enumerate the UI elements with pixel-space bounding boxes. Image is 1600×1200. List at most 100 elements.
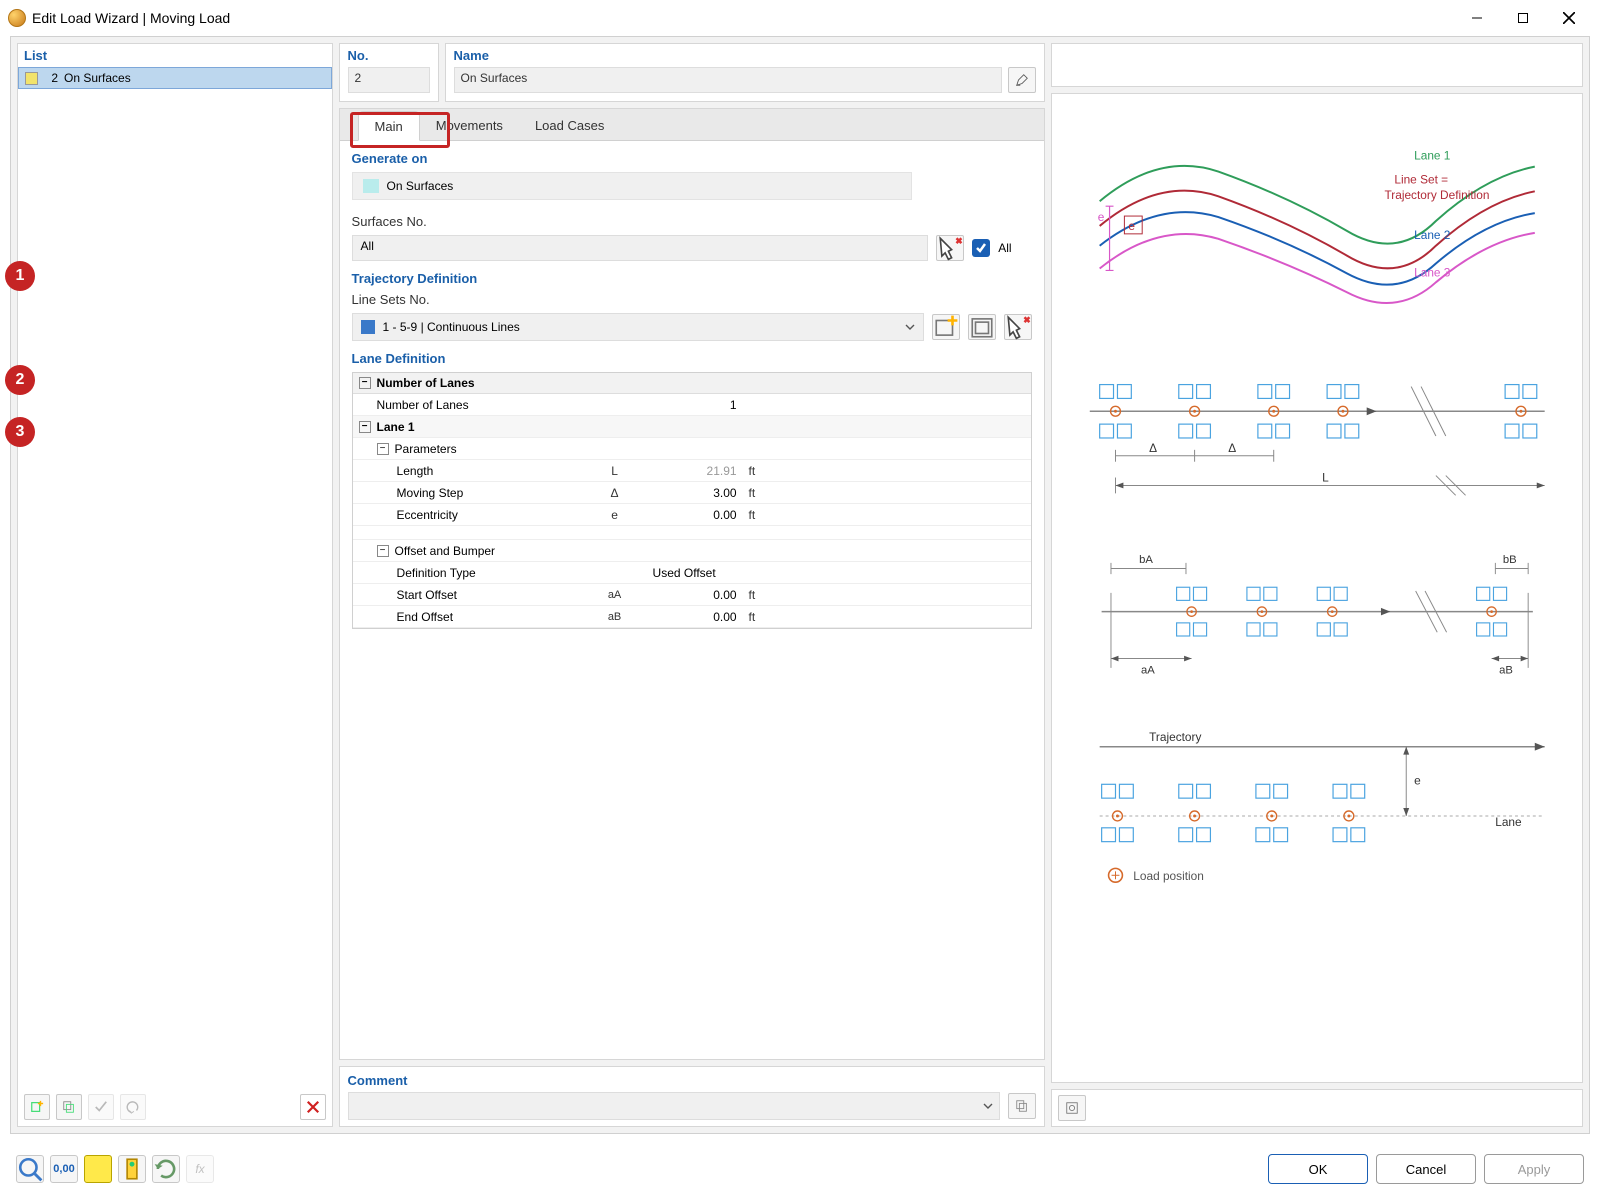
generate-on-text: On Surfaces	[387, 179, 454, 193]
collapse-icon[interactable]: −	[377, 443, 389, 455]
comment-label: Comment	[348, 1073, 1036, 1088]
tab-movements[interactable]: Movements	[420, 110, 519, 140]
moving-step-diagram: Δ Δ L	[1070, 356, 1564, 516]
preview-toolbar	[1051, 1089, 1583, 1127]
list-item-number: 2	[44, 71, 58, 85]
svg-text:Δ: Δ	[1149, 441, 1157, 455]
color-button[interactable]	[84, 1155, 112, 1183]
preview-header-panel	[1051, 43, 1583, 87]
tab-main[interactable]: Main	[358, 111, 420, 141]
linesets-value: 1 - 5-9 | Continuous Lines	[383, 320, 520, 334]
list-item[interactable]: 2 On Surfaces	[18, 67, 332, 89]
pick-lineset-button[interactable]	[1004, 314, 1032, 340]
list-item-label: On Surfaces	[64, 71, 131, 85]
view-mode-button[interactable]	[118, 1155, 146, 1183]
app-icon	[8, 9, 26, 27]
refresh-button[interactable]	[152, 1155, 180, 1183]
all-label: All	[998, 241, 1011, 255]
no-panel: No. 2	[339, 43, 439, 102]
delete-item-button[interactable]	[300, 1094, 326, 1120]
close-button[interactable]	[1546, 3, 1592, 33]
end-offset-label: End Offset	[353, 610, 583, 624]
lanes-count-label: Number of Lanes	[353, 398, 583, 412]
lanes-header[interactable]: −Number of Lanes	[353, 373, 1031, 394]
svg-text:Lane: Lane	[1495, 815, 1522, 829]
collapse-icon[interactable]: −	[377, 545, 389, 557]
generate-on-value: On Surfaces	[352, 172, 912, 200]
lanes-diagram: e e Lane 1 Line Set = Trajectory Definit…	[1070, 116, 1564, 326]
title-bar: Edit Load Wizard | Moving Load	[0, 0, 1600, 36]
help-button[interactable]	[16, 1155, 44, 1183]
name-label: Name	[454, 48, 1036, 63]
all-checkbox[interactable]	[972, 239, 990, 257]
apply-button[interactable]: Apply	[1484, 1154, 1584, 1184]
svg-text:aA: aA	[1141, 665, 1155, 677]
offset-diagram: bA bB aA aB	[1070, 546, 1564, 696]
comment-library-button[interactable]	[1008, 1093, 1036, 1119]
definition-type-label: Definition Type	[353, 566, 583, 580]
name-field[interactable]: On Surfaces	[454, 67, 1002, 93]
new-item-button[interactable]	[24, 1094, 50, 1120]
annotation-1: 1	[5, 261, 35, 291]
trajectory-title: Trajectory Definition	[352, 271, 1032, 286]
list-header: List	[18, 44, 332, 67]
svg-text:Lane 3: Lane 3	[1414, 265, 1451, 279]
svg-text:Line Set =: Line Set =	[1394, 172, 1448, 186]
lineset-swatch-icon	[361, 320, 375, 334]
definition-type-value[interactable]: Used Offset	[647, 566, 743, 580]
length-label: Length	[353, 464, 583, 478]
color-swatch-icon	[25, 72, 38, 85]
minimize-button[interactable]	[1454, 3, 1500, 33]
cancel-button[interactable]: Cancel	[1376, 1154, 1476, 1184]
comment-panel: Comment	[339, 1066, 1045, 1127]
pick-surfaces-button[interactable]	[936, 235, 964, 261]
no-label: No.	[348, 48, 430, 63]
svg-text:bB: bB	[1502, 554, 1516, 566]
offset-bumper-label: Offset and Bumper	[395, 544, 496, 558]
comment-field[interactable]	[348, 1092, 1000, 1120]
eccentricity-value[interactable]: 0.00	[647, 508, 743, 522]
length-value[interactable]: 21.91	[647, 464, 743, 478]
svg-text:Trajectory: Trajectory	[1149, 730, 1201, 744]
linesets-label: Line Sets No.	[352, 292, 1032, 307]
maximize-button[interactable]	[1500, 3, 1546, 33]
copy-item-button[interactable]	[56, 1094, 82, 1120]
start-offset-value[interactable]: 0.00	[647, 588, 743, 602]
end-offset-value[interactable]: 0.00	[647, 610, 743, 624]
no-field[interactable]: 2	[348, 67, 430, 93]
apply-check-button[interactable]	[88, 1094, 114, 1120]
lane1-label: Lane 1	[377, 420, 415, 434]
annotation-2: 2	[5, 365, 35, 395]
undo-button[interactable]	[120, 1094, 146, 1120]
preview-settings-button[interactable]	[1058, 1095, 1086, 1121]
tab-main-content: Generate on On Surfaces Surfaces No. All…	[340, 141, 1044, 1059]
moving-step-value[interactable]: 3.00	[647, 486, 743, 500]
moving-step-label: Moving Step	[353, 486, 583, 500]
svg-text:bA: bA	[1139, 554, 1153, 566]
ok-button[interactable]: OK	[1268, 1154, 1368, 1184]
svg-text:Lane 1: Lane 1	[1414, 149, 1451, 163]
collapse-icon[interactable]: −	[359, 377, 371, 389]
surfaces-no-field[interactable]: All	[352, 235, 929, 261]
tab-strip: Main Movements Load Cases	[340, 109, 1044, 141]
name-panel: Name On Surfaces	[445, 43, 1045, 102]
annotation-3: 3	[5, 417, 35, 447]
svg-text:Trajectory Definition: Trajectory Definition	[1384, 188, 1489, 202]
function-button[interactable]: fx	[186, 1155, 214, 1183]
svg-text:L: L	[1322, 470, 1329, 484]
edit-name-button[interactable]	[1008, 67, 1036, 93]
svg-text:Δ: Δ	[1228, 441, 1236, 455]
tab-load-cases[interactable]: Load Cases	[519, 110, 620, 140]
trajectory-lane-diagram: Trajectory Lane e Load po	[1070, 726, 1564, 896]
eccentricity-label: Eccentricity	[353, 508, 583, 522]
collapse-icon[interactable]: −	[359, 421, 371, 433]
dialog-footer: 0,00 fx OK Cancel Apply	[10, 1142, 1590, 1196]
parameters-label: Parameters	[395, 442, 457, 456]
linesets-dropdown[interactable]: 1 - 5-9 | Continuous Lines	[352, 313, 924, 341]
lanes-count-value[interactable]: 1	[647, 398, 743, 412]
svg-text:e: e	[1097, 210, 1104, 224]
units-button[interactable]: 0,00	[50, 1155, 78, 1183]
new-lineset-button[interactable]	[932, 314, 960, 340]
svg-text:e: e	[1128, 219, 1135, 233]
edit-lineset-button[interactable]	[968, 314, 996, 340]
